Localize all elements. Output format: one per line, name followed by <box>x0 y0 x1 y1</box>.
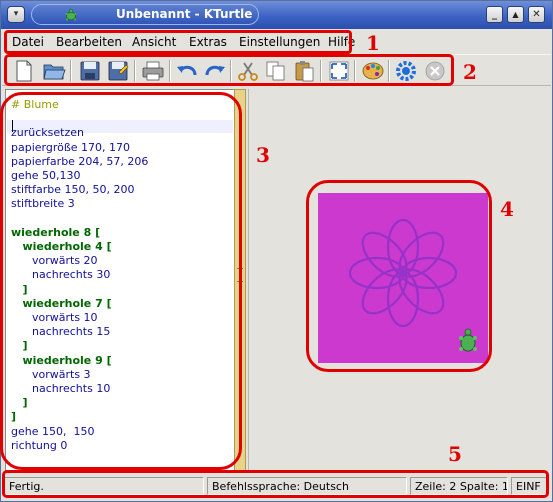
title-bar[interactable]: ▾ Unbenannt - KTurtle _ ▲ ✕ <box>1 1 552 29</box>
annotation-number-4: 4 <box>500 197 514 221</box>
annotation-number-5: 5 <box>448 442 462 466</box>
annotation-box-statusbar <box>2 470 549 498</box>
annotation-number-3: 3 <box>256 143 270 167</box>
annotation-number-1: 1 <box>366 31 380 55</box>
close-button[interactable]: ✕ <box>528 6 545 23</box>
window-menu-button[interactable]: ▾ <box>7 6 25 23</box>
title-pill: Unbenannt - KTurtle <box>31 4 259 25</box>
splitter-handle[interactable] <box>248 89 251 471</box>
maximize-button[interactable]: ▲ <box>507 6 524 23</box>
annotation-box-menubar <box>4 30 352 54</box>
window-title: Unbenannt - KTurtle <box>116 7 253 21</box>
annotation-box-editor <box>0 92 242 470</box>
annotation-box-toolbar <box>4 54 454 86</box>
minimize-button[interactable]: _ <box>486 6 503 23</box>
turtle-app-icon <box>65 8 77 21</box>
annotation-box-canvas <box>306 180 492 372</box>
annotation-number-2: 2 <box>463 60 477 84</box>
